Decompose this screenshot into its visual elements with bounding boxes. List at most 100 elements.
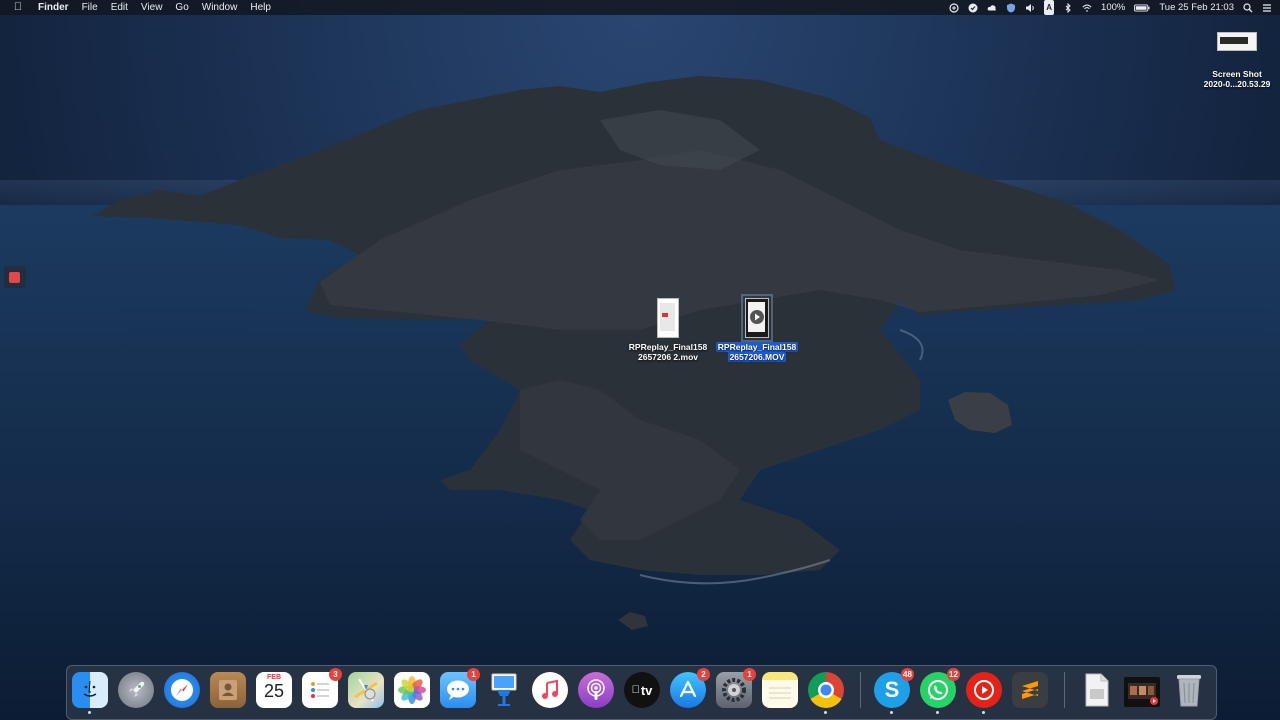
calendar-day: 25 [263, 681, 285, 701]
checkmark-icon[interactable] [968, 3, 978, 13]
skype-s-icon: S [884, 677, 900, 702]
volume-icon[interactable] [1025, 3, 1035, 13]
running-indicator [890, 711, 893, 714]
screenshot-thumbnail [1217, 32, 1257, 51]
video-thumbnail-mark [662, 313, 668, 317]
dock-separator [860, 672, 861, 708]
dock-appletv-icon[interactable]:  tv [624, 672, 660, 708]
screen-recording-stop-button[interactable] [4, 266, 26, 288]
dock-sublime-text-icon[interactable] [1012, 672, 1048, 708]
youtube-play-icon [974, 680, 994, 700]
shield-icon[interactable] [1006, 3, 1016, 13]
battery-percent[interactable]: 100% [1101, 0, 1125, 15]
trash-icon [1177, 675, 1201, 707]
dock-keynote-icon[interactable] [486, 672, 522, 708]
video-thumbnail [657, 298, 679, 338]
dock-launchpad-icon[interactable] [118, 672, 154, 708]
notification-center-icon[interactable] [1262, 3, 1272, 13]
spotlight-search-icon[interactable] [1243, 2, 1253, 13]
rpreplay-name-line2: 2657206.MOV [727, 352, 787, 362]
dock-contacts-icon[interactable] [210, 672, 246, 708]
bluetooth-icon[interactable] [1063, 2, 1073, 13]
sublime-s-icon [1022, 681, 1038, 699]
desktop-file-rpreplay-copy[interactable]: RPReplay_Final158 2657206 2.mov [627, 298, 709, 362]
video-stack-icon [1128, 683, 1158, 705]
desktop-file-screenshot[interactable]: Screen Shot 2020-0...20.53.29 [1198, 32, 1276, 89]
running-indicator [88, 711, 91, 714]
dock-video-stack-icon[interactable] [1124, 677, 1160, 707]
system-preferences-badge: 1 [743, 668, 756, 681]
dock-appstore-icon[interactable]: 2 [670, 668, 710, 708]
menubar-clock[interactable]: Tue 25 Feb 21:03 [1159, 0, 1234, 15]
menu-go[interactable]: Go [175, 0, 188, 15]
menu-file[interactable]: File [82, 0, 98, 15]
rpreplay-copy-label: RPReplay_Final158 2657206 2.mov [627, 342, 709, 362]
gear-icon [722, 678, 746, 702]
rpreplay-copy-name-line2: 2657206 2.mov [637, 352, 699, 362]
whatsapp-phone-icon [928, 680, 948, 700]
appletv-label: tv [636, 682, 653, 698]
wifi-icon[interactable] [1082, 3, 1092, 13]
dock-youtube-icon[interactable] [966, 672, 1002, 714]
music-note-icon [542, 679, 558, 699]
menu-bar:  Finder File Edit View Go Window Help A… [0, 0, 1280, 15]
screenshot-thumbnail-content [1220, 37, 1248, 44]
dock-notes-icon[interactable] [762, 672, 798, 708]
menu-edit[interactable]: Edit [111, 0, 128, 15]
podcast-icon [587, 679, 605, 700]
reminders-badge: 3 [329, 668, 342, 681]
play-icon [750, 310, 764, 324]
skype-badge: 48 [901, 668, 914, 681]
appstore-a-icon [679, 680, 697, 698]
dock-calendar-icon[interactable]: FEB 25 [256, 672, 292, 708]
running-indicator [982, 711, 985, 714]
finder-face-icon [83, 680, 97, 697]
checklist-icon [311, 682, 329, 698]
notes-lines-icon [769, 687, 791, 699]
dock-whatsapp-icon[interactable]: 12 [920, 668, 960, 714]
messages-badge: 1 [467, 668, 480, 681]
speech-bubble-icon [447, 680, 469, 700]
dock-separator [1064, 672, 1065, 708]
cloud-icon[interactable] [987, 3, 997, 13]
battery-icon[interactable] [1134, 3, 1150, 13]
appstore-badge: 2 [697, 668, 710, 681]
dock-podcasts-icon[interactable] [578, 672, 614, 708]
dock-safari-icon[interactable] [164, 672, 200, 708]
dock-reminders-icon[interactable]: 3 [302, 668, 342, 708]
menu-help[interactable]: Help [250, 0, 271, 15]
screenshot-file-name-line2: 2020-0...20.53.29 [1203, 79, 1271, 89]
dock-maps-icon[interactable] [348, 672, 384, 708]
dock-photos-icon[interactable] [394, 672, 430, 708]
photos-flower-icon [398, 676, 426, 704]
menu-window[interactable]: Window [202, 0, 238, 15]
apple-menu-icon[interactable]:  [12, 0, 24, 15]
dock-skype-icon[interactable]: S 48 [874, 668, 914, 714]
dock-trash-icon[interactable] [1171, 672, 1207, 708]
dock-messages-icon[interactable]: 1 [440, 668, 480, 708]
screenshot-file-name-line1: Screen Shot [1212, 69, 1262, 79]
running-indicator [936, 711, 939, 714]
compass-icon [171, 679, 193, 701]
rpreplay-label: RPReplay_Final158 2657206.MOV [715, 342, 799, 362]
dock-system-preferences-icon[interactable]: 1 [716, 668, 756, 708]
keynote-podium-icon [491, 673, 517, 706]
rocket-icon [129, 681, 145, 697]
rpreplay-name-line1: RPReplay_Final158 [715, 342, 799, 352]
dock-finder-icon[interactable] [72, 672, 108, 714]
input-source-indicator[interactable]: A [1044, 0, 1055, 15]
calendar-month: FEB [267, 674, 281, 681]
menu-view[interactable]: View [141, 0, 163, 15]
map-icon [354, 678, 378, 702]
screenshot-file-label: Screen Shot 2020-0...20.53.29 [1198, 69, 1276, 89]
contact-card-icon [219, 680, 237, 700]
dock-document-stack-icon[interactable] [1078, 672, 1114, 708]
appletv-logo-icon:  [632, 684, 640, 696]
dock-music-icon[interactable] [532, 672, 568, 708]
vpn-icon[interactable] [949, 2, 959, 13]
desktop-file-rpreplay[interactable]: RPReplay_Final158 2657206.MOV [715, 294, 799, 362]
menu-finder[interactable]: Finder [38, 0, 69, 15]
video-thumbnail-screen [660, 303, 675, 331]
dock-chrome-icon[interactable] [808, 672, 844, 714]
video-thumbnail-selected [741, 294, 773, 342]
